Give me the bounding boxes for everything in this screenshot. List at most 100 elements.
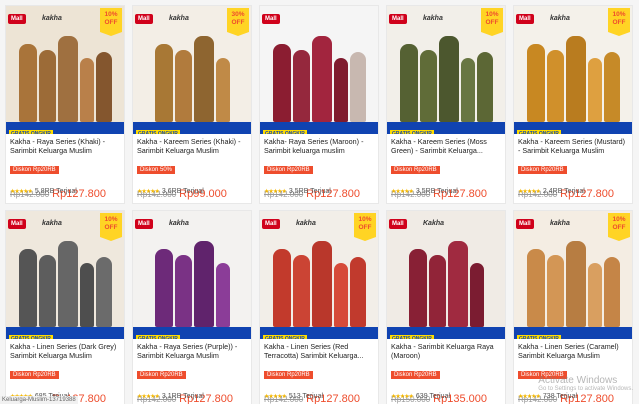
family-figures <box>514 237 632 327</box>
product-title[interactable]: Kakha - Raya Series (Purple)) - Sarimbit… <box>133 339 251 363</box>
person-figure <box>154 249 173 327</box>
sold-count: 3,5RB Terjual <box>415 188 458 195</box>
mall-badge: Mall <box>516 14 534 24</box>
brand-logo: kakha <box>296 220 316 227</box>
product-card[interactable]: Mall kakha 10% OFF GRATIS ONGKIR Kakha - Lin… <box>5 210 125 404</box>
product-title[interactable]: Kakha - Linen Series (Dark Grey) Sarimbi… <box>6 339 124 363</box>
mall-badge: Mall <box>262 219 280 229</box>
product-image[interactable]: Mall Kakha GRATIS ONGKIR <box>387 211 505 339</box>
person-figure <box>215 263 230 327</box>
rating-row: ★★★★★ 5,8RB Terjual <box>10 188 77 195</box>
product-image[interactable]: Mall kakha 10% OFF GRATIS ONGKIR <box>260 211 378 339</box>
person-figure <box>215 58 230 122</box>
product-title[interactable]: Kakha - Kareem Series (Mustard) - Sarimb… <box>514 134 632 158</box>
product-title[interactable]: Kakha - Raya Series (Khaki) - Sarimbit K… <box>6 134 124 158</box>
person-figure <box>546 50 564 122</box>
free-shipping-label: GRATIS ONGKIR <box>263 130 307 134</box>
person-figure <box>95 52 112 122</box>
mall-badge: Mall <box>135 219 153 229</box>
star-rating-icon: ★★★★★ <box>137 394 160 400</box>
brand-logo: Kakha <box>423 220 445 227</box>
mall-badge: Mall <box>516 219 534 229</box>
watermark-subtitle: Go to Settings to activate Windows. <box>538 386 633 392</box>
family-figures <box>133 237 251 327</box>
discount-ribbon: 10% OFF <box>354 213 376 241</box>
voucher-badge: Diskon Rp20RB <box>10 166 59 174</box>
person-figure <box>193 241 214 327</box>
product-card[interactable]: Mall kakha 10% OFF GRATIS ONGKIR Kakha - Ray… <box>5 5 125 204</box>
mall-badge: Mall <box>389 14 407 24</box>
promo-banner: GRATIS ONGKIR <box>387 122 505 134</box>
mall-badge: Mall <box>135 14 153 24</box>
voucher-badge: Diskon Rp20RB <box>391 166 440 174</box>
person-figure <box>95 257 112 327</box>
sold-count: 738 Terjual <box>542 393 578 400</box>
person-figure <box>546 255 564 327</box>
person-figure <box>38 50 56 122</box>
product-card[interactable]: Mall kakha 10% OFF GRATIS ONGKIR Kakha - Kar… <box>386 5 506 204</box>
person-figure <box>408 249 427 327</box>
person-figure <box>79 263 94 327</box>
star-rating-icon: ★★★★★ <box>264 189 287 195</box>
voucher-badge: Diskon Rp20RB <box>518 166 567 174</box>
sold-count: 3,6RB Terjual <box>161 188 204 195</box>
person-figure <box>476 52 493 122</box>
product-card[interactable]: Mall kakha 10% OFF GRATIS ONGKIR Kakha - Lin… <box>259 210 379 404</box>
product-title[interactable]: Kakha- Raya Series (Maroon) - Sarimbit k… <box>260 134 378 158</box>
person-figure <box>292 255 310 327</box>
product-image[interactable]: Mall kakha 10% OFF GRATIS ONGKIR <box>514 6 632 134</box>
person-figure <box>193 36 214 122</box>
product-title[interactable]: Kakha - Linen Series (Caramel) Sarimbit … <box>514 339 632 363</box>
free-shipping-label: GRATIS ONGKIR <box>390 335 434 339</box>
rating-row: ★★★★★ 3,5RB Terjual <box>391 188 458 195</box>
product-card[interactable]: Mall Kakha GRATIS ONGKIR Kakha - Sarimbit K… <box>386 210 506 404</box>
promo-banner: GRATIS ONGKIR <box>387 327 505 339</box>
brand-logo: kakha <box>423 15 443 22</box>
person-figure <box>603 257 620 327</box>
browser-status-url: Keluarga-Muslim-13719388 <box>0 396 78 404</box>
product-title[interactable]: Kakha - Kareem Series (Khaki) - Sarimbit… <box>133 134 251 158</box>
star-rating-icon: ★★★★★ <box>391 189 414 195</box>
voucher-badge: Diskon Rp20RB <box>10 371 59 379</box>
star-rating-icon: ★★★★★ <box>137 189 160 195</box>
person-figure <box>18 249 37 327</box>
product-image[interactable]: Mall kakha 10% OFF GRATIS ONGKIR <box>387 6 505 134</box>
free-shipping-label: GRATIS ONGKIR <box>9 130 53 134</box>
free-shipping-label: GRATIS ONGKIR <box>517 130 561 134</box>
person-figure <box>311 36 332 122</box>
rating-row: ★★★★★ 3,1RB Terjual <box>137 393 204 400</box>
product-image[interactable]: Mall kakha 10% OFF GRATIS ONGKIR <box>6 6 124 134</box>
product-image[interactable]: Mall kakha 30% OFF GRATIS ONGKIR <box>133 6 251 134</box>
product-title[interactable]: Kakha - Kareem Series (Moss Green) - Sar… <box>387 134 505 158</box>
voucher-badge: Diskon 50% <box>137 166 176 174</box>
product-image[interactable]: Mall kakha 10% OFF GRATIS ONGKIR <box>514 211 632 339</box>
brand-logo: kakha <box>169 15 189 22</box>
rating-row: ★★★★★ 3,5RB Terjual <box>264 188 331 195</box>
product-title[interactable]: Kakha - Sarimbit Keluarga Raya (Maroon) <box>387 339 505 363</box>
person-figure <box>57 36 78 122</box>
product-card[interactable]: Mall kakha 30% OFF GRATIS ONGKIR Kakha - Kar… <box>132 5 252 204</box>
star-rating-icon: ★★★★★ <box>264 394 287 400</box>
product-card[interactable]: Mall kakha 10% OFF GRATIS ONGKIR Kakha - Kar… <box>513 5 633 204</box>
free-shipping-label: GRATIS ONGKIR <box>263 335 307 339</box>
person-figure <box>460 58 475 122</box>
product-card[interactable]: Mall GRATIS ONGKIR Kakha- Raya Series (Mar… <box>259 5 379 204</box>
person-figure <box>272 249 291 327</box>
sold-count: 3,1RB Terjual <box>161 393 204 400</box>
person-figure <box>333 263 348 327</box>
star-rating-icon: ★★★★★ <box>518 394 541 400</box>
windows-activation-watermark: Activate Windows Go to Settings to activ… <box>538 375 633 392</box>
sold-count: 513 Terjual <box>288 393 324 400</box>
product-image[interactable]: Mall kakha 10% OFF GRATIS ONGKIR <box>6 211 124 339</box>
family-figures <box>260 237 378 327</box>
person-figure <box>333 58 348 122</box>
product-image[interactable]: Mall GRATIS ONGKIR <box>260 6 378 134</box>
product-card[interactable]: Mall kakha GRATIS ONGKIR Kakha - Raya Serie… <box>132 210 252 404</box>
promo-banner: GRATIS ONGKIR <box>133 122 251 134</box>
family-figures <box>387 32 505 122</box>
product-title[interactable]: Kakha - Linen Series (Red Terracotta) Sa… <box>260 339 378 363</box>
rating-row: ★★★★★ 639 Terjual <box>391 393 450 400</box>
product-image[interactable]: Mall kakha GRATIS ONGKIR <box>133 211 251 339</box>
person-figure <box>428 255 446 327</box>
person-figure <box>565 36 586 122</box>
